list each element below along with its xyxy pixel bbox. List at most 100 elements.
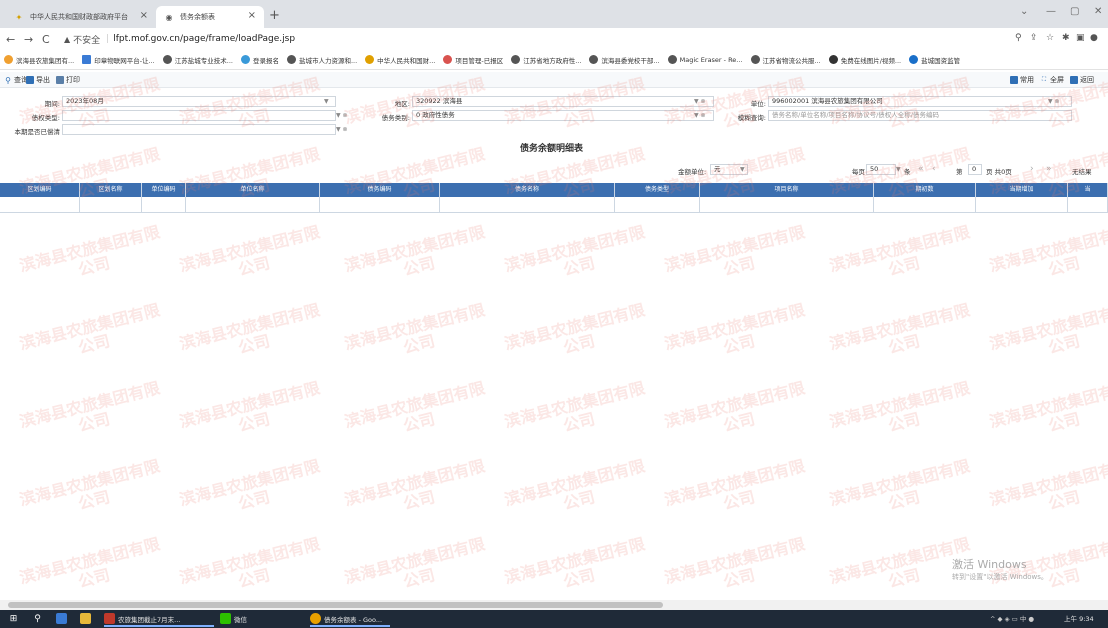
bookmark-item[interactable]: 盐城市人力资源和...: [286, 55, 357, 65]
chevron-down-icon[interactable]: ⌄: [1020, 6, 1028, 17]
system-tray[interactable]: ^ ◆ ◈ ▭ 中 ●: [990, 613, 1034, 623]
maximize-icon[interactable]: ▢: [1070, 6, 1079, 17]
fullscreen-button[interactable]: ⛶ 全屏: [1040, 75, 1064, 85]
chevron-down-icon[interactable]: ▼: [740, 166, 745, 173]
fuzzy-search-input[interactable]: 债务名称/单位名称/项目名称/协议号/债权人全称/债务编码: [768, 110, 1072, 121]
url-field[interactable]: ▲ 不安全 | lfpt.mof.gov.cn/page/frame/loadP…: [64, 31, 1094, 47]
profile-icon[interactable]: ●: [1090, 33, 1098, 43]
back-button[interactable]: 返回: [1070, 75, 1094, 85]
bookmark-item[interactable]: 江苏盐城专业技术...: [162, 55, 233, 65]
chevron-down-icon[interactable]: ▼ ⊗: [1048, 98, 1060, 105]
forward-arrow-icon[interactable]: →: [24, 33, 33, 46]
bookmark-item[interactable]: 印章物联网平台-让...: [82, 55, 155, 65]
common-button[interactable]: 常用: [1010, 75, 1034, 85]
per-page-label: 每页: [852, 168, 865, 176]
query-button[interactable]: ⚲ 查询: [4, 75, 28, 85]
export-button[interactable]: 导出: [26, 75, 50, 85]
share-icon[interactable]: ⇪: [1030, 33, 1038, 43]
column-header[interactable]: 当: [1068, 183, 1108, 197]
search-button[interactable]: ⚲: [32, 613, 46, 624]
watermark-line1: 滨海县农旅集团有限: [987, 378, 1108, 432]
browser-icon: [310, 613, 321, 624]
column-header[interactable]: 债务编码: [320, 183, 440, 197]
watermark-line1: 滨海县农旅集团有限: [177, 534, 322, 588]
bookmark-item[interactable]: 滨海县委党校干部...: [589, 55, 660, 65]
star-icon[interactable]: ☆: [1046, 33, 1054, 43]
bookmark-item[interactable]: 盐城国资监管: [909, 55, 960, 65]
start-button[interactable]: ⊞: [8, 613, 22, 624]
back-arrow-icon[interactable]: ←: [6, 33, 15, 46]
page-number-input[interactable]: 0: [968, 164, 982, 175]
watermark-line2: 公司: [401, 253, 437, 280]
scrollbar-thumb[interactable]: [8, 602, 663, 608]
task-view-button[interactable]: [56, 613, 70, 624]
page-prefix: 第: [956, 168, 963, 176]
period-select[interactable]: 2023年08月: [62, 96, 336, 107]
column-header[interactable]: 单位名称: [186, 183, 320, 197]
chevron-down-icon[interactable]: ▼ ⊗: [336, 112, 348, 119]
watermark: 滨海县农旅集团有限公司: [503, 378, 651, 449]
tab-mof-platform[interactable]: ✦ 中华人民共和国财政部政府平台 ×: [6, 6, 156, 28]
new-tab-button[interactable]: +: [269, 8, 280, 23]
column-header[interactable]: 区划名称: [80, 183, 142, 197]
chevron-down-icon[interactable]: ▼ ⊗: [694, 112, 706, 119]
watermark: 滨海县农旅集团有限公司: [178, 456, 326, 527]
debt-category-select[interactable]: 0 政府性债务: [412, 110, 714, 121]
bookmark-label: 江苏省物流公共服...: [762, 56, 821, 65]
column-header[interactable]: 期初数: [874, 183, 976, 197]
close-icon[interactable]: ×: [140, 10, 148, 21]
extensions-icon[interactable]: ✱: [1062, 33, 1070, 43]
column-header[interactable]: 单位编码: [142, 183, 186, 197]
unit-select[interactable]: 996002001 滨海县农旅集团有限公司: [768, 96, 1072, 107]
first-page-icon[interactable]: «: [918, 164, 924, 174]
minimize-icon[interactable]: —: [1046, 6, 1056, 17]
chevron-down-icon[interactable]: ▼ ⊗: [336, 126, 348, 133]
table-row[interactable]: [0, 197, 1108, 213]
watermark-line1: 滨海县农旅集团有限: [502, 534, 647, 588]
bookmark-item[interactable]: Magic Eraser - Re...: [667, 55, 743, 64]
zoom-icon[interactable]: ⚲: [1015, 33, 1022, 43]
bookmark-item[interactable]: 江苏省地方政府性...: [511, 55, 581, 65]
tab-debt-balance[interactable]: ◉ 债务余额表 ×: [156, 6, 264, 28]
last-page-icon[interactable]: »: [1046, 164, 1052, 174]
bookmark-item[interactable]: 中华人民共和国财...: [365, 55, 435, 65]
bookmark-label: Magic Eraser - Re...: [679, 55, 743, 64]
clock[interactable]: 上午 9:34: [1064, 613, 1094, 623]
close-icon[interactable]: ×: [248, 10, 256, 21]
column-header[interactable]: 债务类型: [615, 183, 700, 197]
region-label: 地区:: [394, 100, 410, 108]
chevron-down-icon[interactable]: ▼: [324, 98, 329, 105]
print-button[interactable]: 打印: [56, 75, 80, 85]
fullscreen-label: 全屏: [1050, 76, 1064, 84]
bookmark-label: 江苏盐城专业技术...: [174, 56, 233, 65]
region-select[interactable]: 320922 滨海县: [412, 96, 714, 107]
next-page-icon[interactable]: ›: [1030, 164, 1034, 174]
taskbar-item[interactable]: 微信: [220, 613, 247, 624]
paid-select[interactable]: [62, 124, 336, 135]
watermark: 滨海县农旅集团有限公司: [988, 222, 1108, 293]
column-header[interactable]: 区划编码: [0, 183, 80, 197]
chevron-down-icon[interactable]: ▼ ⊗: [694, 98, 706, 105]
bookmark-item[interactable]: 江苏省物流公共服...: [750, 55, 821, 65]
watermark-line1: 滨海县农旅集团有限: [342, 534, 487, 588]
column-header[interactable]: 当期增加: [976, 183, 1068, 197]
print-label: 打印: [66, 76, 80, 84]
chevron-down-icon[interactable]: ▼: [896, 166, 901, 173]
reload-icon[interactable]: C: [42, 33, 50, 46]
bookmark-item[interactable]: 滨海县农旅集团有...: [4, 55, 74, 65]
close-window-icon[interactable]: ✕: [1094, 6, 1102, 17]
prev-page-icon[interactable]: ‹: [932, 164, 936, 174]
column-header[interactable]: 项目名称: [700, 183, 874, 197]
per-page-select[interactable]: 50: [866, 164, 896, 175]
file-explorer-button[interactable]: [80, 613, 94, 624]
bookmark-item[interactable]: 项目管理-已报区: [443, 55, 503, 65]
taskbar-item[interactable]: 债务余额表 - Goo...: [310, 613, 382, 624]
bookmark-item[interactable]: 免费在线图片/视频...: [828, 55, 901, 65]
column-header[interactable]: 债务名称: [440, 183, 615, 197]
debt-type-select[interactable]: [62, 110, 336, 121]
bookmark-item[interactable]: 登录报名: [240, 55, 279, 65]
watermark-line2: 公司: [721, 487, 757, 514]
taskbar-item[interactable]: 农旅集团截止7月末...: [104, 613, 180, 624]
watermark-line1: 滨海县农旅集团有限: [827, 378, 972, 432]
sidebar-icon[interactable]: ▣: [1076, 33, 1085, 43]
